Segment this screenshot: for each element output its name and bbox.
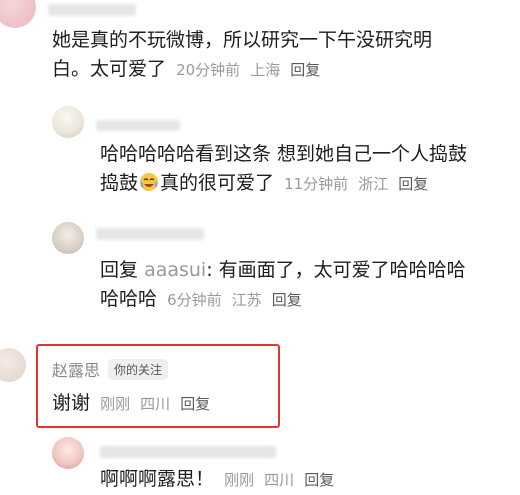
reply-text: 哈哈哈哈哈看到这条 想到她自己一个人捣鼓 捣鼓 真的很可爱了 11分钟前 浙江 回… <box>100 143 468 194</box>
comment-time: 刚刚 <box>224 471 255 489</box>
comment-location: 四川 <box>140 395 171 413</box>
comment-location: 上海 <box>250 61 281 79</box>
username-blurred <box>96 120 180 131</box>
reply-button[interactable]: 回复 <box>272 291 302 309</box>
comment-time: 6分钟前 <box>167 291 222 309</box>
user-avatar[interactable] <box>52 106 84 138</box>
comment-text: 谢谢 刚刚 四川 回复 <box>52 392 211 414</box>
comment-time: 11分钟前 <box>284 175 349 193</box>
reply-button[interactable]: 回复 <box>180 395 210 413</box>
username-blurred <box>96 228 204 240</box>
comment-header: 赵露思 你的关注 <box>52 357 169 381</box>
user-avatar[interactable] <box>0 348 26 382</box>
user-avatar[interactable] <box>0 0 36 28</box>
comment-time: 刚刚 <box>100 395 131 413</box>
user-avatar[interactable] <box>52 222 84 254</box>
reply-text: 啊啊啊露思！ 刚刚 四川 回复 <box>100 468 335 490</box>
reply-text: 回复 aaasui: 有画面了，太可爱了哈哈哈哈 哈哈哈 6分钟前 江苏 回复 <box>100 259 466 310</box>
comment-location: 四川 <box>264 471 295 489</box>
reply-button[interactable]: 回复 <box>290 61 320 79</box>
reply-button[interactable]: 回复 <box>304 471 334 489</box>
username-blurred <box>48 4 136 16</box>
reply-button[interactable]: 回复 <box>398 175 428 193</box>
username-blurred <box>100 446 276 458</box>
follow-badge: 你的关注 <box>108 358 169 380</box>
comment-time: 20分钟前 <box>176 61 241 79</box>
comment-text: 她是真的不玩微博，所以研究一下午没研究明 白。太可爱了 20分钟前 上海 回复 <box>52 29 433 80</box>
comment-location: 浙江 <box>358 175 389 193</box>
crying-laughing-face-icon <box>140 173 159 191</box>
username[interactable]: 赵露思 <box>52 357 100 381</box>
mention-link[interactable]: aaasui <box>144 259 206 281</box>
comment-location: 江苏 <box>231 291 262 309</box>
user-avatar[interactable] <box>52 437 84 469</box>
